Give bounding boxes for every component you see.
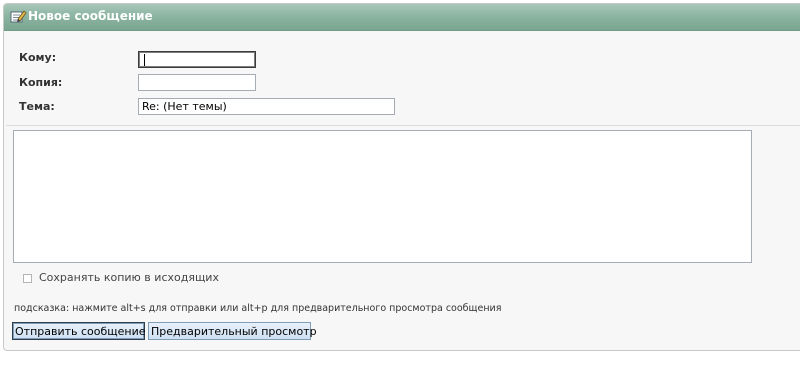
save-copy-checkbox[interactable] — [23, 274, 32, 283]
message-body-textarea[interactable] — [13, 130, 752, 263]
preview-button[interactable]: Предварительный просмотр — [148, 322, 317, 340]
subject-field[interactable] — [138, 98, 395, 115]
text-caret — [144, 54, 145, 66]
cc-field[interactable] — [138, 74, 256, 91]
compose-message-icon — [10, 8, 27, 25]
compose-window: Новое сообщение Кому: Копия: Тема: Сохра… — [3, 3, 800, 351]
subject-label: Тема: — [19, 100, 55, 113]
to-label: Кому: — [19, 51, 57, 64]
cc-label: Копия: — [19, 76, 63, 89]
send-button[interactable]: Отправить сообщение — [12, 322, 146, 340]
keyboard-hint: подсказка: нажмите alt+s для отправки ил… — [14, 303, 502, 314]
form-separator — [6, 125, 800, 126]
save-copy-label: Сохранять копию в исходящих — [39, 271, 219, 284]
to-field[interactable] — [138, 51, 256, 68]
window-titlebar: Новое сообщение — [4, 4, 800, 31]
window-title: Новое сообщение — [28, 9, 153, 23]
